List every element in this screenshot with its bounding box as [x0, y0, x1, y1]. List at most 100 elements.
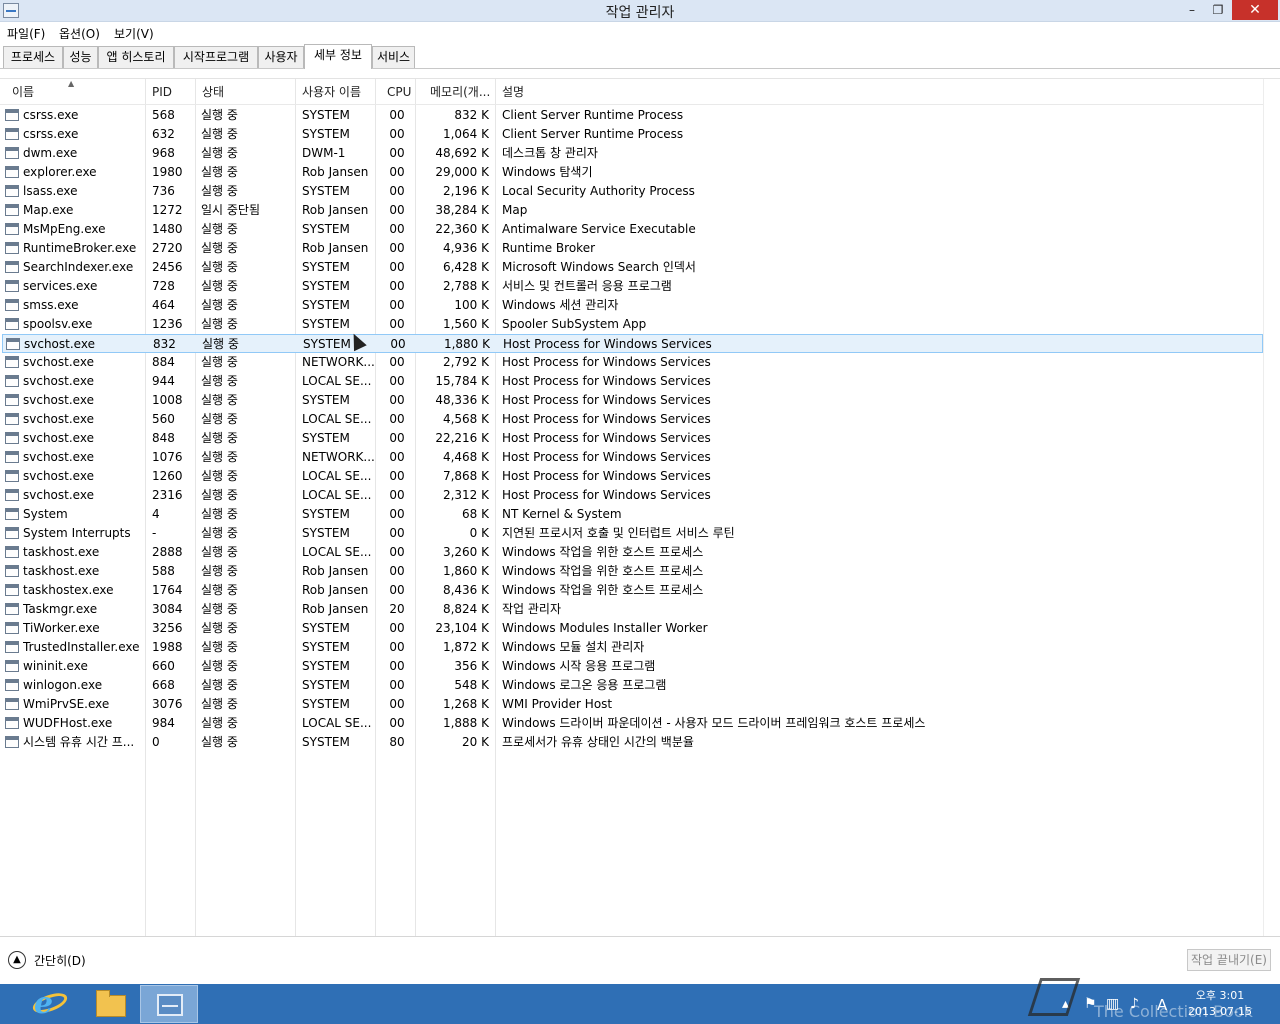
tab-startup[interactable]: 시작프로그램 — [174, 46, 258, 68]
tab-services[interactable]: 서비스 — [372, 46, 415, 68]
table-row[interactable]: MsMpEng.exe 1480 실행 중 SYSTEM 00 22,360 K Antim… — [2, 220, 1263, 239]
process-name: TiWorker.exe — [23, 621, 100, 635]
table-row[interactable]: WUDFHost.exe 984 실행 중 LOCAL SE... 00 1,888 K W… — [2, 714, 1263, 733]
table-row[interactable]: svchost.exe 560 실행 중 LOCAL SE... 00 4,568 K Ho… — [2, 410, 1263, 429]
task-manager-taskbar-button[interactable] — [140, 985, 198, 1023]
process-cpu: 00 — [389, 488, 405, 502]
table-row[interactable]: csrss.exe 568 실행 중 SYSTEM 00 832 K Client Serv… — [2, 106, 1263, 125]
process-user: SYSTEM — [302, 279, 350, 293]
tab-processes[interactable]: 프로세스 — [3, 46, 63, 68]
process-user: SYSTEM — [302, 108, 350, 122]
process-description: WMI Provider Host — [502, 697, 613, 711]
process-pid: 736 — [152, 184, 175, 198]
table-row[interactable]: 시스템 유휴 시간 프... 0 실행 중 SYSTEM 80 20 K 프로세서가 유휴 … — [2, 733, 1263, 752]
end-task-button[interactable]: 작업 끝내기(E) — [1187, 949, 1271, 971]
menu-view[interactable]: 보기(V) — [114, 25, 154, 42]
process-memory: 1,860 K — [442, 564, 489, 578]
process-icon — [5, 394, 19, 406]
table-row[interactable]: explorer.exe 1980 실행 중 Rob Jansen 00 29,000 K… — [2, 163, 1263, 182]
table-row[interactable]: lsass.exe 736 실행 중 SYSTEM 00 2,196 K Local Sec… — [2, 182, 1263, 201]
internet-explorer-icon[interactable]: e — [20, 985, 78, 1023]
table-row[interactable]: services.exe 728 실행 중 SYSTEM 00 2,788 K 서비스 및 … — [2, 277, 1263, 296]
table-row[interactable]: SearchIndexer.exe 2456 실행 중 SYSTEM 00 6,428 K… — [2, 258, 1263, 277]
header-status[interactable]: 상태 — [202, 79, 224, 105]
process-name: csrss.exe — [23, 108, 79, 122]
process-pid: 632 — [152, 127, 175, 141]
table-row[interactable]: System Interrupts - 실행 중 SYSTEM 00 0 K 지연된 프로시… — [2, 524, 1263, 543]
process-cpu: 00 — [389, 431, 405, 445]
table-row[interactable]: csrss.exe 632 실행 중 SYSTEM 00 1,064 K Client Se… — [2, 125, 1263, 144]
header-memory[interactable]: 메모리(개... — [430, 79, 490, 105]
process-icon — [5, 470, 19, 482]
process-pid: 2456 — [152, 260, 183, 274]
chevron-up-icon: ▲ — [8, 951, 26, 969]
table-row[interactable]: System 4 실행 중 SYSTEM 00 68 K NT Kernel & Syste… — [2, 505, 1263, 524]
menu-options[interactable]: 옵션(O) — [59, 25, 100, 42]
table-row[interactable]: WmiPrvSE.exe 3076 실행 중 SYSTEM 00 1,268 K WMI P… — [2, 695, 1263, 714]
process-user: SYSTEM — [302, 298, 350, 312]
vertical-scrollbar[interactable] — [1263, 79, 1280, 936]
table-row[interactable]: svchost.exe 1076 실행 중 NETWORK... 00 4,468 K Ho… — [2, 448, 1263, 467]
minimize-button[interactable]: – — [1180, 0, 1204, 20]
header-name[interactable]: 이름 — [12, 79, 34, 105]
process-description: Local Security Authority Process — [502, 184, 695, 198]
process-cpu: 00 — [389, 716, 405, 730]
process-name: svchost.exe — [24, 337, 95, 351]
table-row[interactable]: RuntimeBroker.exe 2720 실행 중 Rob Jansen 00 4,9… — [2, 239, 1263, 258]
process-icon — [5, 432, 19, 444]
header-divider — [0, 104, 1264, 105]
table-row[interactable]: Map.exe 1272 일시 중단됨 Rob Jansen 00 38,284 K Map — [2, 201, 1263, 220]
process-status: 실행 중 — [201, 146, 238, 160]
header-pid[interactable]: PID — [152, 79, 172, 105]
process-status: 실행 중 — [201, 583, 238, 597]
restore-button[interactable]: ❐ — [1206, 0, 1230, 20]
table-row[interactable]: svchost.exe 884 실행 중 NETWORK... 00 2,792 K Hos… — [2, 353, 1263, 372]
tab-users[interactable]: 사용자 — [258, 46, 304, 68]
tab-app-history[interactable]: 앱 히스토리 — [98, 46, 174, 68]
process-memory: 4,468 K — [442, 450, 489, 464]
menu-bar: 파일(F) 옵션(O) 보기(V) — [0, 22, 1280, 44]
table-row[interactable]: svchost.exe 2316 실행 중 LOCAL SE... 00 2,312 K H… — [2, 486, 1263, 505]
process-description: Map — [502, 203, 528, 217]
table-row[interactable]: svchost.exe 1008 실행 중 SYSTEM 00 48,336 K Host … — [2, 391, 1263, 410]
table-row[interactable]: smss.exe 464 실행 중 SYSTEM 00 100 K Windows 세션 관… — [2, 296, 1263, 315]
table-row[interactable]: svchost.exe 944 실행 중 LOCAL SE... 00 15,784 K H… — [2, 372, 1263, 391]
file-explorer-icon[interactable] — [80, 985, 138, 1023]
table-row[interactable]: taskhost.exe 2888 실행 중 LOCAL SE... 00 3,260 K… — [2, 543, 1263, 562]
process-name: svchost.exe — [23, 488, 94, 502]
process-description: Windows 드라이버 파운데이션 - 사용자 모드 드라이버 프레임워크 호… — [502, 716, 926, 730]
header-username[interactable]: 사용자 이름 — [302, 79, 361, 105]
table-row[interactable]: spoolsv.exe 1236 실행 중 SYSTEM 00 1,560 K Spoole… — [2, 315, 1263, 334]
process-user: Rob Jansen — [302, 583, 369, 597]
tab-performance[interactable]: 성능 — [63, 46, 98, 68]
process-user: DWM-1 — [302, 146, 346, 160]
process-icon — [5, 166, 19, 178]
close-button[interactable]: ✕ — [1232, 0, 1278, 20]
process-memory: 2,196 K — [442, 184, 489, 198]
table-row[interactable]: Taskmgr.exe 3084 실행 중 Rob Jansen 20 8,824 K 작업… — [2, 600, 1263, 619]
process-memory: 68 K — [462, 507, 489, 521]
process-cpu: 00 — [389, 184, 405, 198]
table-row[interactable]: taskhostex.exe 1764 실행 중 Rob Jansen 00 8,436 … — [2, 581, 1263, 600]
process-status: 실행 중 — [201, 184, 238, 198]
menu-file[interactable]: 파일(F) — [7, 25, 45, 42]
table-row[interactable]: svchost.exe 848 실행 중 SYSTEM 00 22,216 K Host P… — [2, 429, 1263, 448]
tab-details[interactable]: 세부 정보 — [304, 44, 372, 69]
process-icon — [6, 338, 20, 350]
table-row[interactable]: svchost.exe 1260 실행 중 LOCAL SE... 00 7,868 K H… — [2, 467, 1263, 486]
header-cpu[interactable]: CPU — [387, 79, 411, 105]
header-description[interactable]: 설명 — [502, 79, 524, 105]
process-memory: 20 K — [462, 735, 489, 749]
table-row[interactable]: wininit.exe 660 실행 중 SYSTEM 00 356 K Windows 시… — [2, 657, 1263, 676]
process-description: Microsoft Windows Search 인덱서 — [502, 260, 696, 274]
table-row[interactable]: dwm.exe 968 실행 중 DWM-1 00 48,692 K 데스크톱 창 관리자 — [2, 144, 1263, 163]
process-icon — [5, 565, 19, 577]
table-row[interactable]: TrustedInstaller.exe 1988 실행 중 SYSTEM 00 1,87… — [2, 638, 1263, 657]
table-row[interactable]: svchost.exe 832 실행 중 SYSTEM 00 1,880 K Host Pr… — [2, 334, 1263, 353]
table-row[interactable]: TiWorker.exe 3256 실행 중 SYSTEM 00 23,104 K Wind… — [2, 619, 1263, 638]
process-pid: 728 — [152, 279, 175, 293]
process-user: SYSTEM — [302, 621, 350, 635]
process-name: 시스템 유휴 시간 프... — [23, 735, 135, 749]
table-row[interactable]: taskhost.exe 588 실행 중 Rob Jansen 00 1,860 K Wi… — [2, 562, 1263, 581]
table-row[interactable]: winlogon.exe 668 실행 중 SYSTEM 00 548 K Windows … — [2, 676, 1263, 695]
